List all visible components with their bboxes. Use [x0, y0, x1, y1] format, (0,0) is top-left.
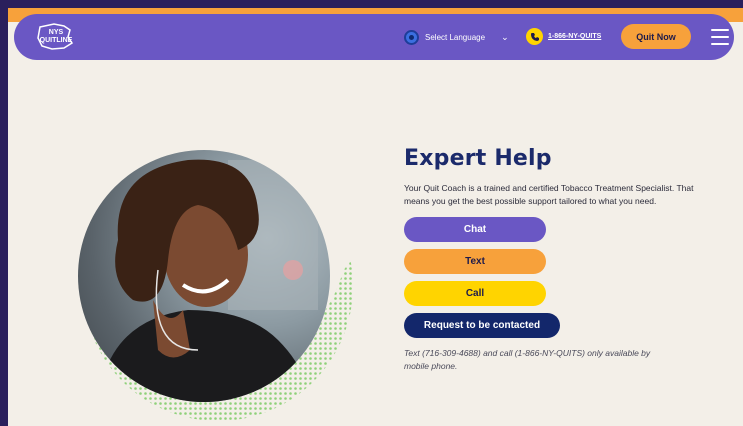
- call-button[interactable]: Call: [404, 281, 546, 306]
- nys-quitline-logo[interactable]: NYS QUITLINE: [34, 21, 78, 53]
- woman-photo: [78, 150, 330, 402]
- logo-text-line2: QUITLINE: [39, 37, 73, 44]
- quit-now-button[interactable]: Quit Now: [621, 24, 691, 49]
- mobile-availability-note: Text (716-309-4688) and call (1-866-NY-Q…: [404, 348, 651, 371]
- chat-button[interactable]: Chat: [404, 217, 546, 242]
- page: NYS QUITLINE Select Language ⌄ 1-866-NY-…: [8, 8, 743, 426]
- logo-text-line1: NYS: [48, 29, 64, 36]
- language-selector[interactable]: Select Language ⌄: [404, 29, 509, 45]
- phone-icon: [526, 28, 543, 45]
- logo-text: NYS QUITLINE: [40, 29, 73, 45]
- text-button[interactable]: Text: [404, 249, 546, 274]
- language-label: Select Language: [425, 32, 486, 42]
- request-contact-button[interactable]: Request to be contacted: [404, 313, 560, 338]
- menu-line: [711, 43, 729, 45]
- menu-line: [711, 29, 729, 31]
- navbar: NYS QUITLINE Select Language ⌄ 1-866-NY-…: [14, 14, 734, 60]
- phone-contact[interactable]: 1-866-NY-QUITS: [526, 28, 601, 45]
- menu-line: [711, 36, 729, 38]
- expert-help-section: Expert Help Your Quit Coach is a trained…: [404, 146, 704, 373]
- chevron-down-icon: ⌄: [501, 31, 509, 42]
- page-title: Expert Help: [404, 146, 552, 171]
- hamburger-icon[interactable]: [711, 29, 729, 45]
- description-text: Your Quit Coach is a trained and certifi…: [404, 183, 694, 206]
- phone-link[interactable]: 1-866-NY-QUITS: [548, 33, 601, 40]
- globe-icon: [404, 29, 419, 45]
